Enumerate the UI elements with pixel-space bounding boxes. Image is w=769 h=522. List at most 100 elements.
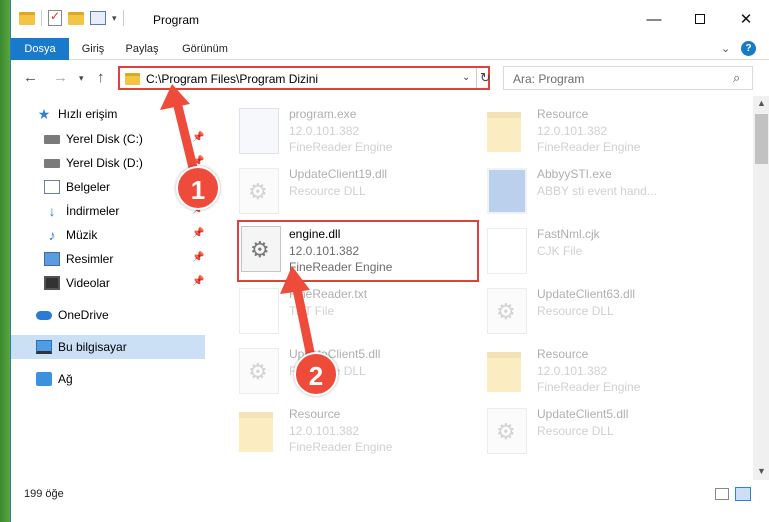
item-count: 199 öğe [24,488,64,500]
sidebar-item-onedrive[interactable]: OneDrive [11,303,205,327]
tab-gorunum[interactable]: Görünüm [175,38,235,60]
chevron-down-icon[interactable]: ⌄ [462,72,470,83]
help-icon[interactable]: ? [741,41,756,56]
chevron-down-icon[interactable]: ▾ [112,13,117,24]
pin-icon[interactable]: 📌 [192,276,204,287]
sidebar-item-label: Müzik [66,228,98,242]
file-meta: Resource DLL [537,304,614,318]
vertical-scrollbar[interactable]: ▲ ▼ [753,96,769,480]
file-item[interactable]: UpdateClient5.dll Resource DLL [481,402,711,462]
tab-paylas[interactable]: Paylaş [119,38,165,60]
downloads-icon: ↓ [48,203,56,219]
file-meta: FineReader Engine [537,140,641,154]
file-meta: Resource DLL [537,424,614,438]
file-meta: FineReader Engine [537,380,641,394]
details-view-icon[interactable] [715,488,729,500]
file-name: AbbyySTI.exe [537,167,612,181]
file-meta: 12.0.101.382 [537,364,608,378]
sidebar-item-disk-c[interactable]: Yerel Disk (C:) 📌 [11,127,205,151]
scroll-down-icon[interactable]: ▼ [757,466,766,476]
file-item[interactable]: UpdateClient5.dll Resource DLL [233,342,463,402]
dll-icon [239,168,279,214]
file-meta: TXT File [289,304,335,318]
scroll-up-icon[interactable]: ▲ [757,98,766,108]
pin-icon[interactable]: 📌 [192,252,204,263]
file-item[interactable]: program.exe 12.0.101.382 FineReader Engi… [233,102,463,162]
file-item[interactable]: Resource 12.0.101.382 FineReader Engine [481,342,711,402]
file-item[interactable]: Resource 12.0.101.382 FineReader Engine [481,102,711,162]
address-bar[interactable]: C:\Program Files\Program Dizini ⌄ ↻ [118,66,491,90]
exe-icon [487,168,527,214]
drive-icon [44,158,60,168]
properties-check-icon[interactable] [48,9,62,26]
file-name: Resource [537,347,589,361]
sidebar-item-downloads[interactable]: ↓ İndirmeler 📌 [11,199,205,223]
file-item[interactable]: Resource 12.0.101.382 FineReader Engine [233,402,463,462]
tab-giris[interactable]: Giriş [75,38,111,60]
pin-icon[interactable]: 📌 [192,132,204,143]
window-title: Program [153,13,200,27]
minimize-icon: — [646,10,662,28]
dll-icon [487,288,527,334]
dll-icon [487,408,527,454]
folder-icon [125,73,140,85]
file-meta: Resource DLL [289,184,366,198]
network-icon [36,372,52,386]
sidebar-item-videos[interactable]: Videolar 📌 [11,271,205,295]
sidebar-item-pictures[interactable]: Resimler 📌 [11,247,205,271]
refresh-icon[interactable]: ↻ [480,70,491,86]
drive-icon [44,134,60,144]
sidebar-item-label: Bu bilgisayar [58,340,127,354]
file-meta: 12.0.101.382 [289,124,360,138]
maximize-button[interactable] [677,0,723,38]
star-icon: ★ [37,106,51,122]
text-file-icon [239,288,279,334]
back-button[interactable]: ← [23,69,38,86]
file-name: UpdateClient5.dll [537,407,629,421]
recent-locations-icon[interactable]: ▾ [79,73,84,84]
quick-access-toolbar: ▾ [19,9,124,26]
folder-icon [487,352,521,392]
sidebar-item-this-pc[interactable]: Bu bilgisayar [11,335,205,359]
file-item-engine-dll[interactable]: engine.dll 12.0.101.382 FineReader Engin… [237,220,479,282]
file-item[interactable]: AbbyySTI.exe ABBY sti event hand... [481,162,711,222]
large-icons-view-icon[interactable] [735,487,751,501]
expand-ribbon-icon[interactable]: ⌄ [721,42,730,55]
minimize-button[interactable]: — [631,0,677,38]
sidebar-item-music[interactable]: ♪ Müzik 📌 [11,223,205,247]
up-button[interactable]: ↑ [97,69,105,86]
close-button[interactable]: ✕ [723,0,769,38]
navigation-bar: ← → ▾ ↑ C:\Program Files\Program Dizini … [11,61,769,95]
folder-icon [487,112,521,152]
address-path: C:\Program Files\Program Dizini [146,72,319,86]
scroll-thumb[interactable] [755,114,768,164]
file-item[interactable]: FastNml.cjk CJK File [481,222,711,282]
file-meta: 12.0.101.382 [289,424,360,438]
file-icon [487,228,527,274]
videos-icon [44,276,60,290]
file-name: UpdateClient19.dll [289,167,388,181]
file-item[interactable]: FineReader.txt TXT File [233,282,463,342]
file-name: Resource [289,407,341,421]
ribbon-tabs: Dosya Giriş Paylaş Görünüm ⌄ ? [11,38,769,60]
divider [476,68,477,88]
tab-dosya[interactable]: Dosya [11,38,69,60]
file-item[interactable]: UpdateClient19.dll Resource DLL [233,162,463,222]
sidebar-item-disk-d[interactable]: Yerel Disk (D:) 📌 [11,151,205,175]
file-list: program.exe 12.0.101.382 FineReader Engi… [205,96,753,480]
pin-icon[interactable]: 📌 [192,228,204,239]
navigation-pane: ★ Hızlı erişim Yerel Disk (C:) 📌 Yerel D… [11,96,205,480]
customize-icon[interactable] [90,11,106,25]
forward-button[interactable]: → [53,69,68,86]
folder-icon [19,11,35,25]
search-icon[interactable]: ⌕ [733,70,740,86]
sidebar-item-label: Yerel Disk (D:) [66,156,143,170]
search-input[interactable]: Ara: Program ⌕ [503,66,753,90]
close-icon: ✕ [739,11,753,28]
file-name: FastNml.cjk [537,227,600,241]
music-icon: ♪ [48,227,56,243]
file-item[interactable]: UpdateClient63.dll Resource DLL [481,282,711,342]
sidebar-item-network[interactable]: Ağ [11,367,205,391]
new-folder-icon[interactable] [68,11,84,25]
sidebar-item-quick-access[interactable]: ★ Hızlı erişim [11,102,205,126]
